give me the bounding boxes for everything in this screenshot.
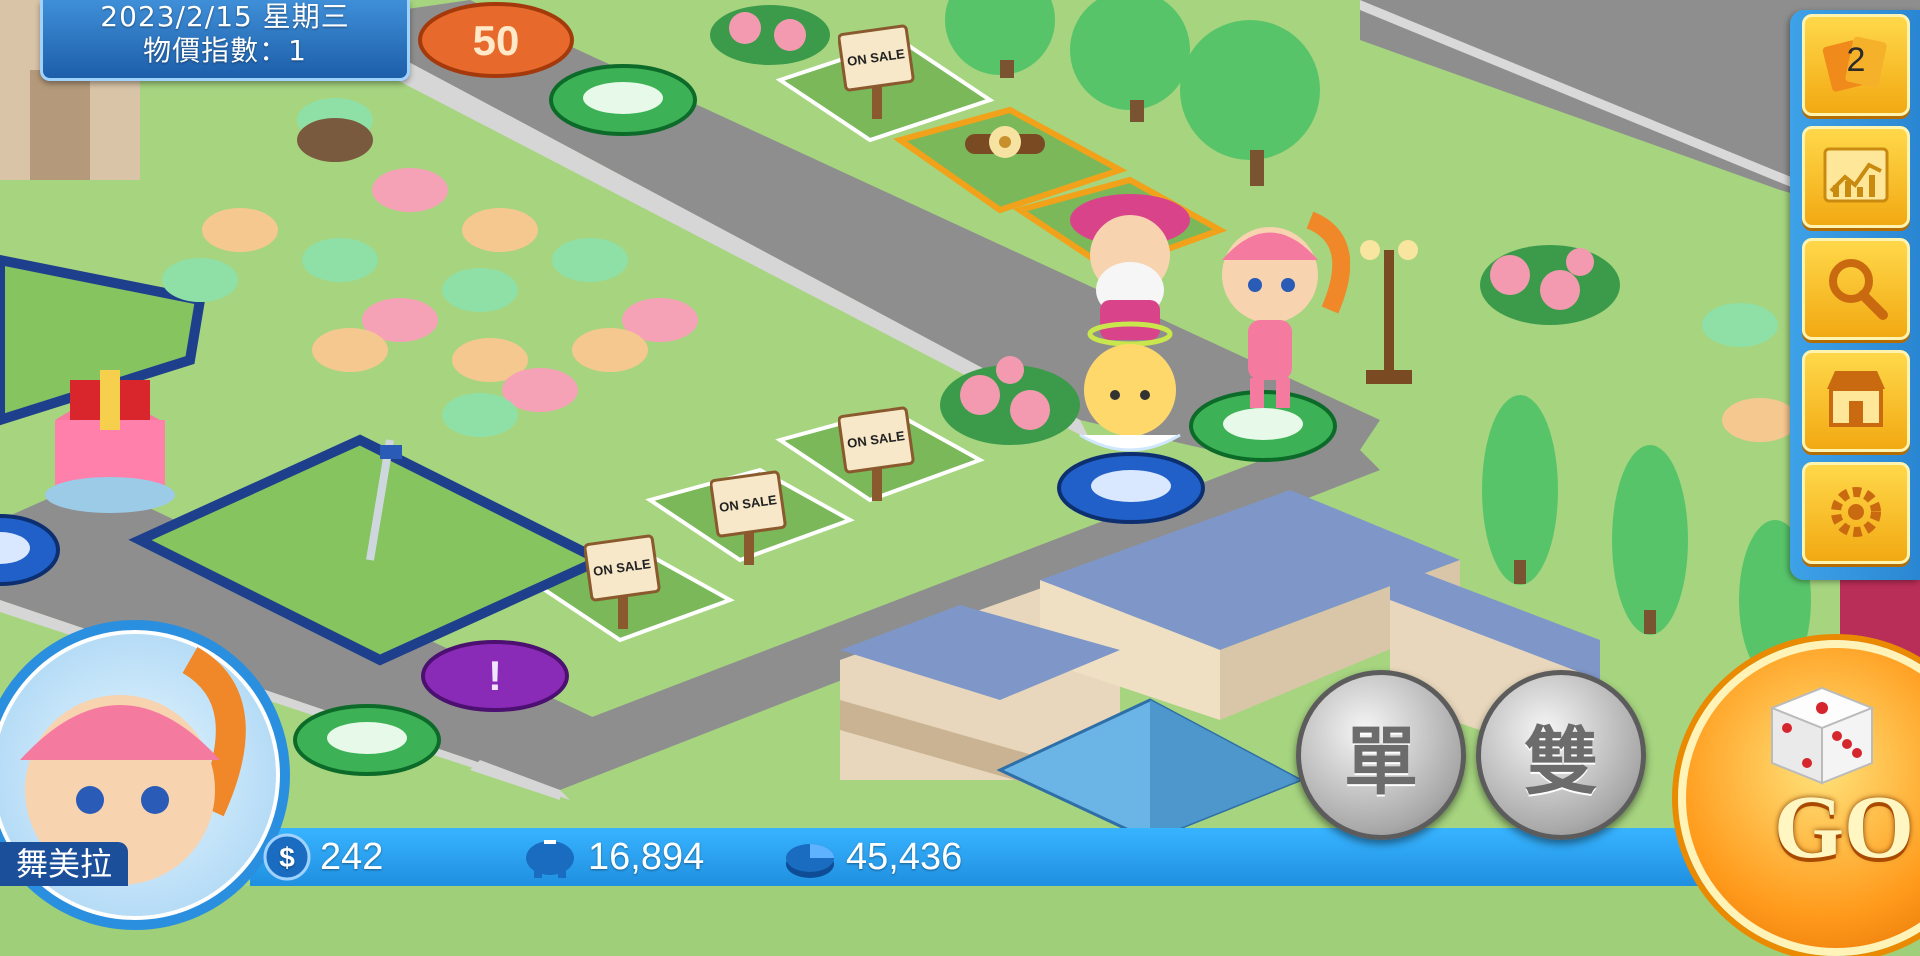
double-dice-button[interactable]: 雙 bbox=[1476, 670, 1646, 840]
sale-sign-3: ON SALE bbox=[710, 470, 787, 565]
player-name: 舞美拉 bbox=[0, 842, 128, 886]
single-dice-button[interactable]: 單 bbox=[1296, 670, 1466, 840]
angel-character bbox=[1079, 321, 1181, 452]
tile-flower-decoration bbox=[965, 126, 1045, 158]
shop-icon bbox=[1827, 371, 1885, 427]
right-sidebar: 2 bbox=[1790, 10, 1920, 580]
svg-text:$: $ bbox=[279, 842, 295, 873]
settings-button[interactable] bbox=[1802, 462, 1910, 564]
date-text: 2023/2/15 星期三 bbox=[100, 0, 350, 33]
savings-stat: 16,894 bbox=[520, 828, 704, 886]
single-dice-label: 單 bbox=[1344, 718, 1418, 805]
tile-purple-chance: ! bbox=[421, 640, 569, 712]
status-bar bbox=[250, 828, 1710, 886]
cards-button[interactable]: 2 bbox=[1802, 14, 1910, 116]
double-dice-label: 雙 bbox=[1524, 718, 1598, 805]
girl-character bbox=[1222, 211, 1350, 408]
stock-chart-icon bbox=[1823, 147, 1889, 203]
date-info-panel: 2023/2/15 星期三 物價指數：1 bbox=[40, 0, 410, 81]
cash-stat: $ 242 bbox=[262, 828, 383, 886]
go-label: GO bbox=[1774, 778, 1915, 877]
tile-blue-left bbox=[0, 514, 60, 586]
pie-chart-icon bbox=[786, 844, 834, 878]
piggy-bank-icon bbox=[526, 840, 574, 878]
stock-market-button[interactable] bbox=[1802, 126, 1910, 228]
tile-50-label: 50 bbox=[473, 17, 520, 64]
sale-sign-2: ON SALE bbox=[838, 406, 915, 501]
search-icon bbox=[1829, 259, 1888, 320]
dollar-coin-icon: $ bbox=[263, 833, 311, 881]
card-count: 2 bbox=[1846, 41, 1866, 79]
search-button[interactable] bbox=[1802, 238, 1910, 340]
dice-icon bbox=[1769, 686, 1875, 785]
settings-gear-icon bbox=[1831, 487, 1881, 537]
cash-value: 242 bbox=[320, 835, 384, 878]
tile-green-1 bbox=[549, 64, 697, 136]
sale-sign-1: ON SALE bbox=[838, 24, 915, 119]
svg-text:!: ! bbox=[488, 652, 502, 699]
assets-value: 45,436 bbox=[846, 835, 963, 878]
shop-button[interactable] bbox=[1802, 350, 1910, 452]
assets-stat: 45,436 bbox=[782, 828, 962, 886]
savings-value: 16,894 bbox=[588, 835, 705, 878]
price-index-text: 物價指數：1 bbox=[143, 34, 307, 67]
sale-sign-4: ON SALE bbox=[584, 534, 661, 629]
